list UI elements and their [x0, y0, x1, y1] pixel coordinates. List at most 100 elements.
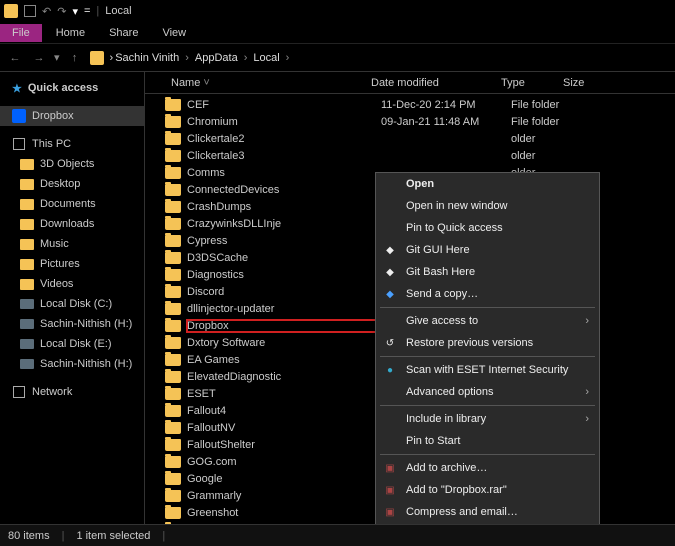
file-name: Clickertale3 — [187, 150, 381, 162]
file-type: File folder — [511, 99, 573, 111]
redo-icon[interactable]: ↷ — [57, 5, 66, 18]
history-chevron-icon[interactable]: ▾ — [54, 51, 60, 64]
header-name[interactable]: Name — [171, 77, 200, 89]
sidebar-dropbox[interactable]: Dropbox — [0, 106, 144, 126]
menu-pin-quick-access[interactable]: Pin to Quick access — [376, 217, 599, 239]
undo-icon[interactable]: ↶ — [42, 5, 51, 18]
folder-icon — [165, 456, 181, 468]
folder-icon — [165, 235, 181, 247]
star-icon: ★ — [12, 82, 22, 95]
menu-open-new-window[interactable]: Open in new window — [376, 195, 599, 217]
sidebar-item[interactable]: Sachin-Nithish (H:) — [0, 314, 144, 334]
submenu-arrow-icon: › — [585, 386, 589, 398]
table-row[interactable]: Clickertale2older — [145, 130, 675, 147]
file-name: Dropbox — [187, 320, 381, 332]
folder-icon — [165, 269, 181, 281]
sidebar-item-label: Desktop — [40, 178, 80, 190]
folder-icon — [165, 422, 181, 434]
table-row[interactable]: Clickertale3 older — [145, 147, 675, 164]
sidebar-item[interactable]: Documents — [0, 194, 144, 214]
menu-restore-versions[interactable]: ↺Restore previous versions — [376, 332, 599, 354]
sidebar-label: This PC — [32, 138, 71, 150]
menu-git-gui[interactable]: ◆Git GUI Here — [376, 239, 599, 261]
table-row[interactable]: CEF11-Dec-20 2:14 PMFile folder — [145, 96, 675, 113]
separator: | — [96, 5, 99, 17]
forward-button[interactable]: → — [30, 49, 48, 67]
document-icon — [24, 5, 36, 17]
menu-advanced-options[interactable]: Advanced options› — [376, 381, 599, 403]
sidebar-item[interactable]: Desktop — [0, 174, 144, 194]
eset-icon: ● — [382, 362, 398, 378]
tab-home[interactable]: Home — [44, 24, 97, 42]
menu-scan-eset[interactable]: ●Scan with ESET Internet Security — [376, 359, 599, 381]
breadcrumb-item[interactable]: AppData — [195, 52, 238, 64]
rar-icon: ▣ — [382, 460, 398, 476]
menu-include-library[interactable]: Include in library› — [376, 408, 599, 430]
back-button[interactable]: ← — [6, 49, 24, 67]
git-icon: ◆ — [382, 264, 398, 280]
folder-icon — [165, 116, 181, 128]
disk-icon — [20, 339, 34, 349]
header-type[interactable]: Type — [495, 77, 557, 89]
up-button[interactable]: ↑ — [66, 49, 84, 67]
header-date[interactable]: Date modified — [365, 77, 495, 89]
status-separator: | — [62, 530, 65, 542]
sidebar-this-pc[interactable]: This PC — [0, 134, 144, 154]
sidebar-item[interactable]: Videos — [0, 274, 144, 294]
disk-icon — [20, 319, 34, 329]
submenu-arrow-icon: › — [585, 315, 589, 327]
sidebar-item[interactable]: Local Disk (C:) — [0, 294, 144, 314]
breadcrumb[interactable]: › Sachin Vinith › AppData › Local › — [90, 51, 294, 65]
breadcrumb-item[interactable]: Local — [253, 52, 279, 64]
ribbon-tabs: File Home Share View — [0, 22, 675, 44]
file-date: 11-Dec-20 2:14 PM — [381, 99, 511, 111]
menu-give-access[interactable]: Give access to› — [376, 310, 599, 332]
file-name: Cypress — [187, 235, 381, 247]
tab-file[interactable]: File — [0, 24, 42, 42]
git-icon: ◆ — [382, 242, 398, 258]
file-name: ESET — [187, 388, 381, 400]
menu-add-dropbox-rar[interactable]: ▣Add to "Dropbox.rar" — [376, 479, 599, 501]
tab-share[interactable]: Share — [97, 24, 150, 42]
sidebar-quick-access[interactable]: ★Quick access — [0, 78, 144, 98]
sidebar-item[interactable]: Pictures — [0, 254, 144, 274]
file-list: Name ˅ Date modified Type Size CEF11-Dec… — [145, 72, 675, 524]
file-date: 09-Jan-21 11:48 AM — [381, 116, 511, 128]
file-name: CrashDumps — [187, 201, 381, 213]
folder-icon — [20, 159, 34, 170]
table-row[interactable]: Chromium09-Jan-21 11:48 AMFile folder — [145, 113, 675, 130]
network-icon — [13, 386, 25, 398]
menu-separator — [380, 307, 595, 308]
tab-view[interactable]: View — [150, 24, 198, 42]
header-size[interactable]: Size — [557, 77, 607, 89]
menu-separator — [380, 405, 595, 406]
sidebar-item[interactable]: 3D Objects — [0, 154, 144, 174]
file-name: Fallout4 — [187, 405, 381, 417]
menu-compress-dropbox-email[interactable]: ▣Compress to "Dropbox.rar" and email — [376, 523, 599, 524]
context-menu: Open Open in new window Pin to Quick acc… — [375, 172, 600, 524]
menu-separator — [380, 356, 595, 357]
sidebar-item[interactable]: Music — [0, 234, 144, 254]
folder-icon — [165, 371, 181, 383]
menu-separator — [380, 454, 595, 455]
sidebar-network[interactable]: Network — [0, 382, 144, 402]
sidebar-item[interactable]: Local Disk (E:) — [0, 334, 144, 354]
folder-icon — [165, 439, 181, 451]
menu-open[interactable]: Open — [376, 173, 599, 195]
sidebar-item[interactable]: Downloads — [0, 214, 144, 234]
folder-icon — [165, 405, 181, 417]
column-headers[interactable]: Name ˅ Date modified Type Size — [145, 72, 675, 94]
sidebar-item[interactable]: Sachin-Nithish (H:) — [0, 354, 144, 374]
breadcrumb-item[interactable]: Sachin Vinith — [115, 52, 179, 64]
file-type: older — [511, 150, 573, 162]
folder-icon — [165, 286, 181, 298]
menu-git-bash[interactable]: ◆Git Bash Here — [376, 261, 599, 283]
menu-send-copy[interactable]: ◆Send a copy… — [376, 283, 599, 305]
qat-chevron-icon[interactable]: ▾ — [72, 5, 78, 18]
sort-chevron-icon[interactable]: ˅ — [203, 77, 209, 89]
rar-icon: ▣ — [382, 482, 398, 498]
breadcrumb-sep: › — [282, 52, 294, 64]
menu-pin-start[interactable]: Pin to Start — [376, 430, 599, 452]
menu-compress-email[interactable]: ▣Compress and email… — [376, 501, 599, 523]
menu-add-archive[interactable]: ▣Add to archive… — [376, 457, 599, 479]
